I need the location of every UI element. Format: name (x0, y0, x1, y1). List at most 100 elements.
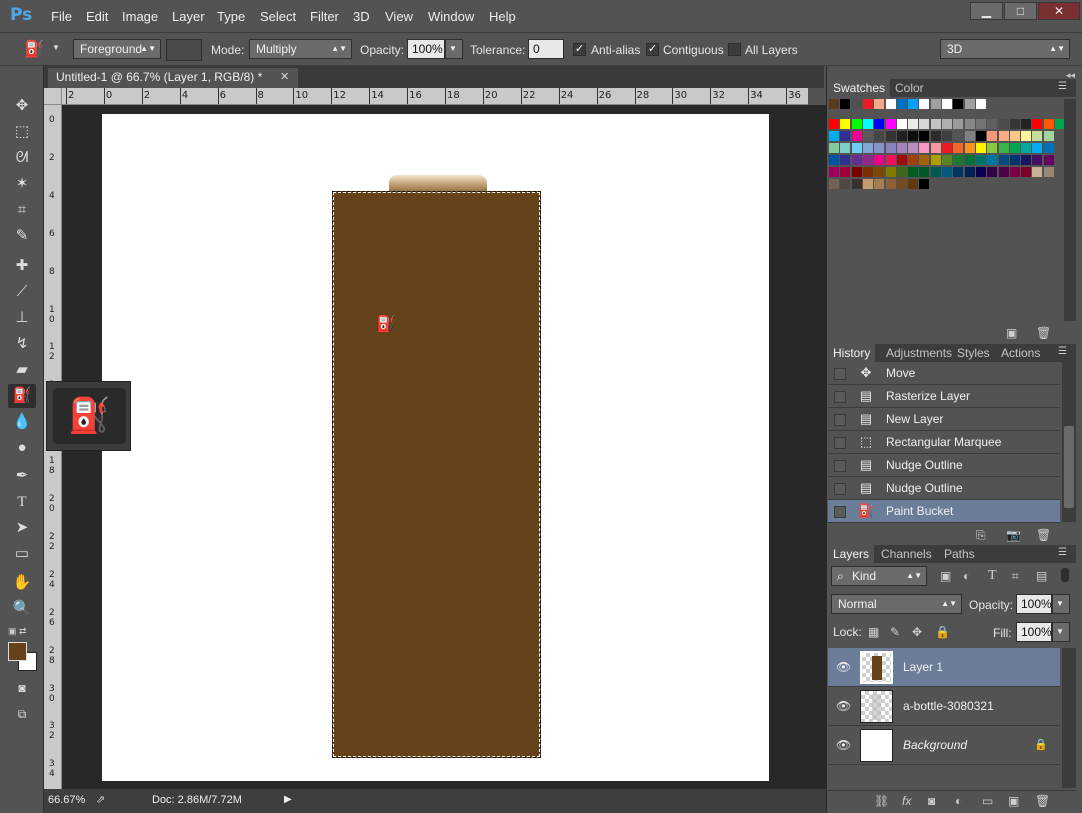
pen-tool-icon[interactable]: ✒ (8, 464, 36, 488)
lock-transparent-icon[interactable]: ▦ (868, 625, 879, 639)
shape-filter-icon[interactable]: ⌗ (1012, 569, 1019, 584)
color-swatch[interactable] (840, 155, 851, 165)
color-swatch[interactable] (1021, 155, 1032, 165)
lock-image-icon[interactable]: ✎ (890, 625, 900, 639)
color-swatch[interactable] (998, 143, 1009, 153)
color-swatch[interactable] (840, 99, 851, 109)
snapshot-source-checkbox[interactable] (834, 460, 846, 472)
color-swatch[interactable] (896, 179, 907, 189)
color-swatch[interactable] (862, 119, 873, 129)
panel-menu-icon[interactable]: ☰ (1058, 346, 1067, 357)
snapshot-source-checkbox[interactable] (834, 437, 846, 449)
color-swatch[interactable] (942, 99, 952, 109)
color-swatch[interactable] (942, 131, 952, 141)
menu-filter[interactable]: Filter (310, 9, 339, 24)
color-swatch[interactable] (896, 143, 907, 153)
crop-tool-icon[interactable]: ⌗ (8, 198, 36, 222)
color-swatch[interactable] (908, 167, 919, 177)
color-swatch[interactable] (919, 179, 930, 189)
color-swatch[interactable] (840, 119, 851, 129)
status-menu-arrow-icon[interactable]: ▶ (284, 794, 292, 805)
color-swatch[interactable] (840, 179, 851, 189)
color-swatch[interactable] (998, 131, 1009, 141)
trash-icon[interactable]: 🗑 (1036, 528, 1051, 542)
color-swatch[interactable] (964, 167, 975, 177)
color-swatch[interactable] (862, 167, 873, 177)
all-layers-checkbox[interactable] (728, 43, 741, 56)
fx-icon[interactable]: fx (902, 794, 911, 808)
fill-dropdown-button[interactable]: ▼ (1052, 622, 1070, 642)
color-swatch[interactable] (953, 155, 964, 165)
opacity-field[interactable]: 100% (407, 39, 445, 59)
move-tool-icon[interactable]: ✥ (8, 94, 36, 118)
menu-file[interactable]: File (51, 9, 72, 24)
snapshot-source-checkbox[interactable] (834, 483, 846, 495)
layer-thumbnail[interactable] (860, 729, 893, 762)
color-swatch[interactable] (1043, 167, 1054, 177)
blur-tool-icon[interactable]: 💧 (8, 410, 36, 434)
hand-tool-icon[interactable]: ✋ (8, 571, 36, 595)
color-swatch[interactable] (874, 131, 885, 141)
color-swatch[interactable] (896, 119, 907, 129)
color-swatch[interactable] (851, 99, 862, 109)
color-swatch[interactable] (998, 155, 1009, 165)
color-swatch[interactable] (930, 99, 941, 109)
color-swatch[interactable] (1009, 155, 1020, 165)
history-item[interactable]: ▤ New Layer (828, 408, 1060, 431)
zoom-level[interactable]: 66.67% (48, 794, 85, 806)
color-swatch[interactable] (840, 167, 851, 177)
color-swatch[interactable] (829, 167, 839, 177)
ruler-origin[interactable] (44, 88, 62, 105)
color-swatch[interactable] (829, 143, 839, 153)
color-swatch[interactable] (919, 119, 930, 129)
horizontal-ruler[interactable]: 2 0 2 4 6 8 10 12 14 16 18 20 22 24 26 28 30 32 34 36 (62, 88, 808, 105)
trash-icon[interactable]: 🗑 (1036, 326, 1051, 340)
color-swatch[interactable] (862, 155, 873, 165)
color-swatch[interactable] (942, 119, 952, 129)
color-swatch[interactable] (885, 131, 896, 141)
tab-layers[interactable]: Layers (828, 545, 875, 563)
color-swatch[interactable] (862, 131, 873, 141)
menu-select[interactable]: Select (260, 9, 296, 24)
color-swatch[interactable] (998, 119, 1009, 129)
color-swatch[interactable] (885, 167, 896, 177)
color-swatch[interactable] (964, 155, 975, 165)
color-swatch[interactable] (874, 179, 885, 189)
close-tab-icon[interactable]: ✕ (280, 70, 289, 83)
color-swatch[interactable] (975, 143, 986, 153)
color-swatch[interactable] (953, 131, 964, 141)
brush-tool-icon[interactable]: ⟋ (8, 280, 36, 304)
color-swatch[interactable] (987, 119, 998, 129)
color-swatch[interactable] (862, 99, 873, 109)
color-swatch[interactable] (987, 131, 998, 141)
color-swatch[interactable] (851, 167, 862, 177)
shape-tool-icon[interactable]: ▭ (8, 542, 36, 566)
color-swatch[interactable] (953, 119, 964, 129)
color-swatch[interactable] (987, 155, 998, 165)
tab-styles[interactable]: Styles (952, 344, 995, 362)
color-swatch[interactable] (829, 155, 839, 165)
visibility-eye-icon[interactable]: 👁 (836, 660, 851, 674)
color-swatch[interactable] (919, 99, 930, 109)
visibility-eye-icon[interactable]: 👁 (836, 738, 851, 752)
color-swatch[interactable] (840, 143, 851, 153)
color-swatch[interactable] (1021, 119, 1032, 129)
menu-3d[interactable]: 3D (353, 9, 370, 24)
color-swatch[interactable] (964, 143, 975, 153)
menu-image[interactable]: Image (122, 9, 158, 24)
color-swatch[interactable] (1021, 143, 1032, 153)
swatches-scrollbar[interactable] (1064, 99, 1076, 321)
color-swatch[interactable] (1009, 119, 1020, 129)
color-swatch[interactable] (998, 167, 1009, 177)
color-swatch[interactable] (874, 99, 885, 109)
color-swatch[interactable] (851, 155, 862, 165)
type-filter-icon[interactable]: T (988, 568, 997, 584)
color-swatch[interactable] (1032, 155, 1043, 165)
color-swatch[interactable] (829, 119, 839, 129)
layer-name[interactable]: Background (903, 738, 967, 752)
color-swatch[interactable] (964, 131, 975, 141)
history-item[interactable]: ⬚ Rectangular Marquee (828, 431, 1060, 454)
tolerance-field[interactable]: 0 (528, 39, 564, 59)
color-swatch[interactable] (930, 155, 941, 165)
color-swatch[interactable] (874, 119, 885, 129)
